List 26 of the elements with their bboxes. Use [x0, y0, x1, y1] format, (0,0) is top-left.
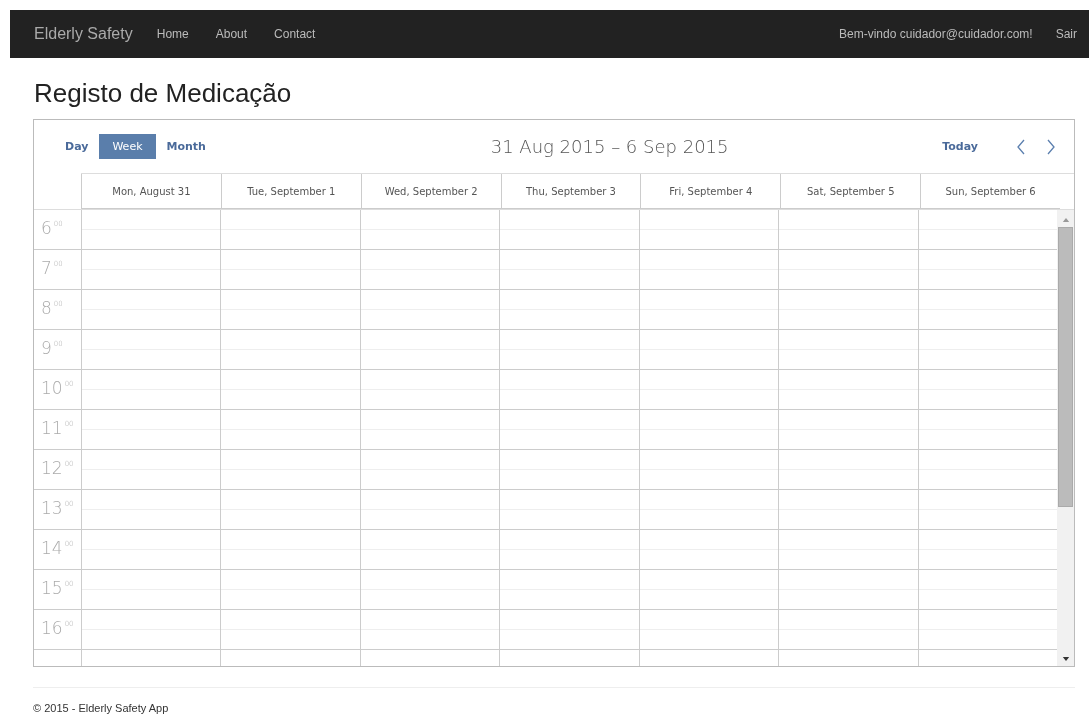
scrollbar[interactable] [1057, 210, 1074, 666]
brand-link[interactable]: Elderly Safety [34, 25, 133, 43]
date-range-title: 31 Aug 2015 – 6 Sep 2015 [489, 136, 730, 157]
day-header: Sun, September 6 [920, 174, 1060, 209]
next-icon[interactable] [1046, 138, 1056, 155]
view-tab[interactable]: Day [54, 134, 100, 159]
page-title: Registo de Medicação [34, 78, 293, 109]
day-header: Mon, August 31 [81, 174, 221, 209]
welcome-link[interactable]: Bem-vindo cuidador@cuidador.com! [839, 27, 1033, 41]
today-button[interactable]: Today [942, 140, 978, 153]
day-header: Fri, September 4 [640, 174, 781, 209]
previous-icon[interactable] [1016, 138, 1026, 155]
scroll-down-icon[interactable] [1061, 657, 1070, 662]
scroll-thumb[interactable] [1058, 227, 1073, 507]
day-header: Tue, September 1 [220, 174, 361, 209]
nav-link[interactable]: Home [156, 27, 189, 41]
footer-text: © 2015 - Elderly Safety App [33, 702, 170, 714]
view-tab[interactable]: Week [99, 134, 156, 159]
nav-link[interactable]: Contact [274, 27, 316, 41]
nav-link[interactable]: About [215, 27, 248, 41]
scroll-up-icon[interactable] [1061, 217, 1070, 222]
view-tab[interactable]: Month [155, 134, 217, 159]
day-header: Thu, September 3 [500, 174, 641, 209]
day-header: Sat, September 5 [780, 174, 921, 209]
logout-link[interactable]: Sair [1055, 27, 1077, 41]
day-header: Wed, September 2 [360, 174, 501, 209]
